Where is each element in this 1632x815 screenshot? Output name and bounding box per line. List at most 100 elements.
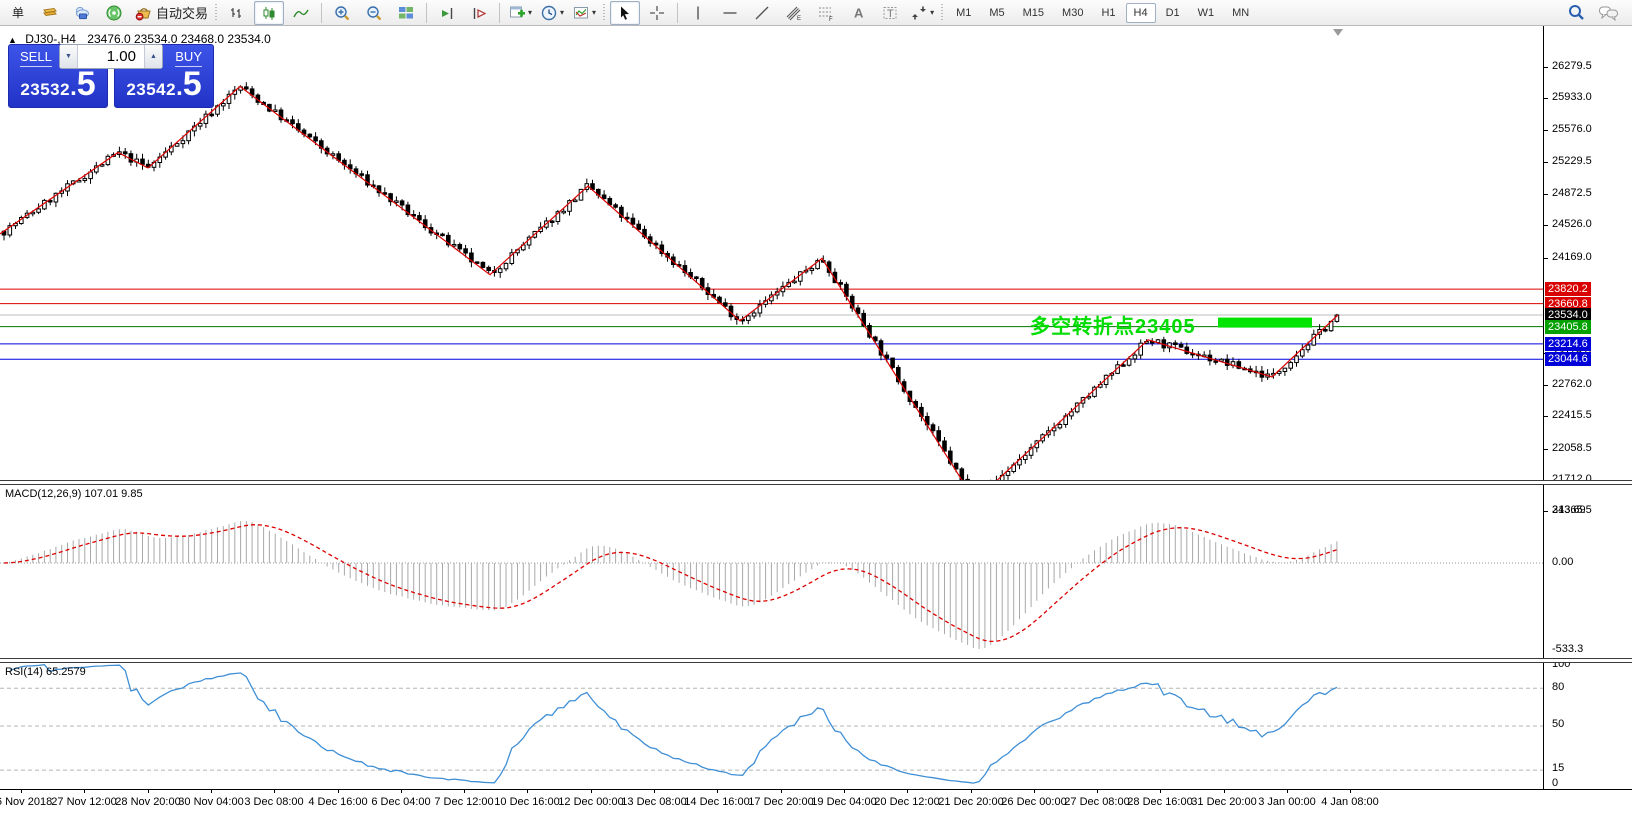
toolbar: 单 自动交易 ▾ ▾ ▾ E F A T ▾ M1: [0, 0, 1632, 26]
axis-tick-mark: [1544, 225, 1548, 226]
toolbar-grip[interactable]: [940, 4, 945, 22]
clock-icon: [540, 4, 558, 22]
time-tick-label: 27 Nov 12:00: [51, 796, 116, 808]
trendline-tool-button[interactable]: [747, 1, 777, 25]
chart-shift-marker[interactable]: [1333, 29, 1343, 36]
time-tick-mark: [1287, 790, 1288, 793]
text-label-tool-button[interactable]: T: [875, 1, 905, 25]
rsi-axis-80: 80: [1552, 681, 1564, 693]
crosshair-tool-button[interactable]: [642, 1, 672, 25]
axis-tick-label: 26279.5: [1552, 60, 1592, 72]
time-tick-label: 17 Dec 20:00: [748, 796, 813, 808]
tab-w1[interactable]: W1: [1190, 3, 1223, 23]
zoom-out-icon: [365, 4, 383, 22]
new-order-button[interactable]: 单: [3, 1, 33, 25]
global-variables-button[interactable]: [67, 1, 97, 25]
toolbar-grip[interactable]: [602, 4, 607, 22]
axis-tick-mark: [1544, 194, 1548, 195]
search-button[interactable]: [1561, 1, 1591, 25]
time-tick-mark: [338, 790, 339, 793]
time-axis[interactable]: 26 Nov 201827 Nov 12:0028 Nov 20:0030 No…: [0, 789, 1632, 815]
tab-h4[interactable]: H4: [1126, 3, 1156, 23]
equidistant-channel-icon: E: [785, 4, 803, 22]
axis-tick-label: 21365.5: [1552, 504, 1592, 516]
zigzag-line[interactable]: [0, 86, 1338, 480]
toolbar-separator: [677, 3, 678, 23]
tab-m5[interactable]: M5: [981, 3, 1012, 23]
dropdown-caret: ▾: [930, 8, 934, 17]
zoom-in-icon: [333, 4, 351, 22]
macd-panel[interactable]: [0, 484, 1543, 658]
dropdown-caret: ▾: [560, 8, 564, 17]
axis-tick-mark: [1544, 385, 1548, 386]
horizontal-line-tool-button[interactable]: [715, 1, 745, 25]
one-click-trading-panel: SELL 23532.5 BUY 23542.5 ▼ 1.00 ▲: [8, 44, 214, 108]
bar-chart-button[interactable]: [222, 1, 252, 25]
volume-input[interactable]: 1.00: [78, 45, 144, 68]
price-axis[interactable]: 343.69 0.00 -533.3 100 80 50 15 0 26279.…: [1544, 26, 1632, 789]
autotrading-label: 自动交易: [156, 3, 208, 22]
crosshair-icon: [648, 4, 666, 22]
line-chart-button[interactable]: [286, 1, 316, 25]
volume-increase-button[interactable]: ▲: [144, 45, 162, 68]
cursor-tool-button[interactable]: [610, 1, 640, 25]
time-tick-mark: [971, 790, 972, 793]
text-tool-button[interactable]: A: [843, 1, 873, 25]
macd-indicator-label: MACD(12,26,9) 107.01 9.85: [5, 488, 143, 500]
tab-m15[interactable]: M15: [1015, 3, 1052, 23]
search-icon: [1567, 3, 1586, 22]
axis-tick-label: 22058.5: [1552, 442, 1592, 454]
periods-button[interactable]: ▾: [537, 1, 567, 25]
tab-m1[interactable]: M1: [948, 3, 979, 23]
tab-m30[interactable]: M30: [1054, 3, 1091, 23]
vertical-line-tool-button[interactable]: [683, 1, 713, 25]
dropdown-caret: ▾: [528, 8, 532, 17]
book-icon: [41, 4, 59, 22]
rsi-line: [10, 665, 1337, 783]
channel-tool-button[interactable]: E: [779, 1, 809, 25]
tab-mn[interactable]: MN: [1224, 3, 1257, 23]
time-tick-label: 21 Dec 20:00: [938, 796, 1003, 808]
annotation-text[interactable]: 多空转折点23405: [1030, 310, 1196, 339]
time-tick-label: 10 Dec 16:00: [494, 796, 559, 808]
time-tick-mark: [1034, 790, 1035, 793]
template-chart-icon: [572, 4, 590, 22]
fibonacci-tool-button[interactable]: F: [811, 1, 841, 25]
price-line-label: 23214.6: [1545, 337, 1591, 351]
time-tick-mark: [464, 790, 465, 793]
tile-windows-button[interactable]: [391, 1, 421, 25]
tab-d1[interactable]: D1: [1158, 3, 1188, 23]
main-chart[interactable]: [0, 26, 1543, 480]
vertical-line-icon: [689, 4, 707, 22]
zoom-in-button[interactable]: [327, 1, 357, 25]
chat-icon: [1598, 4, 1619, 22]
history-center-button[interactable]: [35, 1, 65, 25]
autotrading-icon: [134, 4, 153, 22]
axis-tick-mark: [1544, 67, 1548, 68]
candlestick-chart-icon: [260, 4, 278, 22]
volume-decrease-button[interactable]: ▼: [60, 45, 78, 68]
dropdown-caret: ▾: [592, 8, 596, 17]
templates-button[interactable]: ▾: [569, 1, 599, 25]
zoom-out-button[interactable]: [359, 1, 389, 25]
axis-tick-mark: [1544, 449, 1548, 450]
time-tick-mark: [274, 790, 275, 793]
panel-divider-macd[interactable]: [0, 480, 1632, 485]
tab-h1[interactable]: H1: [1093, 3, 1123, 23]
auto-scroll-button[interactable]: [432, 1, 462, 25]
candlestick-chart-button[interactable]: [254, 1, 284, 25]
chat-button[interactable]: [1593, 1, 1623, 25]
chart-shift-button[interactable]: [464, 1, 494, 25]
arrows-tool-button[interactable]: ▾: [907, 1, 937, 25]
new-chart-button[interactable]: ▾: [505, 1, 535, 25]
new-chart-icon: [508, 4, 526, 22]
rsi-panel[interactable]: [0, 662, 1543, 789]
support-highlight-bar[interactable]: [1218, 318, 1312, 328]
panel-divider-rsi[interactable]: [0, 658, 1632, 663]
toolbar-grip[interactable]: [214, 4, 219, 22]
axis-tick-mark: [1544, 258, 1548, 259]
autotrading-button[interactable]: 自动交易: [131, 1, 211, 25]
signals-button[interactable]: [99, 1, 129, 25]
time-tick-mark: [907, 790, 908, 793]
trendline-icon: [753, 4, 771, 22]
